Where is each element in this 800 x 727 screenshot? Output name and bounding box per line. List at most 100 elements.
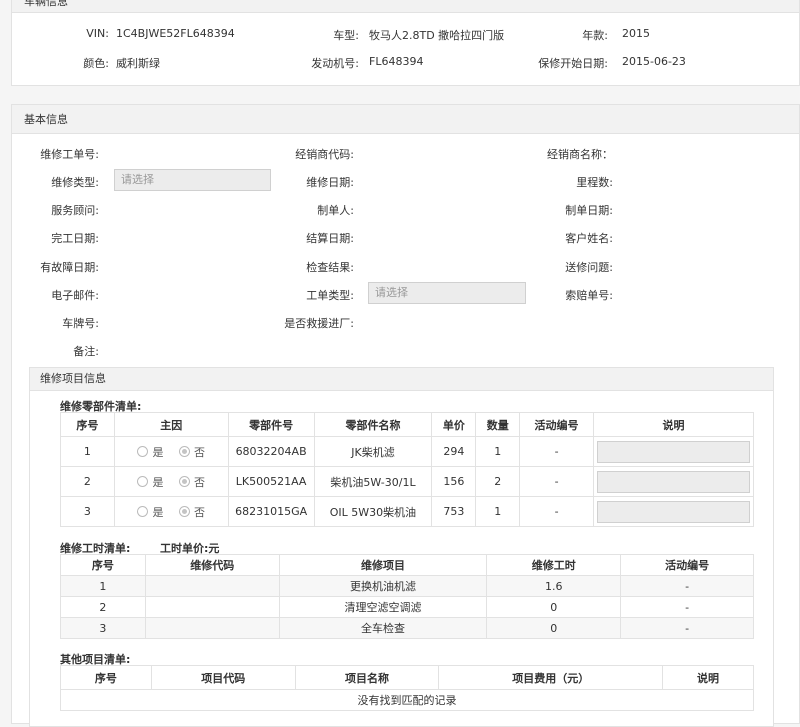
part-qty: 1 — [475, 436, 521, 467]
model-value: 牧马人2.8TD 撒哈拉四门版 — [369, 29, 505, 42]
labor-row-no: 3 — [60, 617, 146, 639]
claim-no-label: 索赔单号: — [565, 289, 613, 302]
part-note-cell — [592, 436, 755, 467]
labor-activity: - — [620, 575, 754, 597]
radio-no-icon[interactable] — [178, 475, 190, 487]
labor-hours: 1.6 — [486, 575, 622, 597]
main-cause-radio: 是 否 — [113, 436, 229, 467]
part-activity: - — [519, 436, 594, 467]
radio-yes-icon[interactable] — [137, 445, 149, 457]
engine-no-label: 发动机号: — [311, 57, 359, 70]
basic-info-header: 基本信息 — [12, 105, 799, 134]
table-row: 2 是 否 LK500521AA 柴机油5W-30/1L 156 2 - — [60, 466, 755, 497]
cause-yes-option[interactable]: 是 — [137, 444, 163, 460]
radio-no-icon[interactable] — [178, 445, 190, 457]
labor-code — [144, 596, 280, 618]
parts-col-part-no: 零部件号 — [227, 412, 315, 437]
mileage-label: 里程数: — [576, 176, 613, 189]
repair-date-label: 维修日期: — [306, 176, 354, 189]
order-type-label: 工单类型: — [306, 289, 354, 302]
labor-row-no: 1 — [60, 575, 146, 597]
part-price: 753 — [431, 496, 477, 527]
radio-yes-icon[interactable] — [137, 505, 149, 517]
part-note-input[interactable] — [596, 470, 750, 493]
part-note-input[interactable] — [596, 440, 750, 463]
other-col-note: 说明 — [662, 665, 754, 690]
dealer-code-label: 经销商代码: — [295, 148, 354, 161]
other-col-no: 序号 — [60, 665, 152, 690]
warranty-start-label: 保修开始日期: — [538, 57, 608, 70]
labor-row-no: 2 — [60, 596, 146, 618]
vin-label: VIN: — [86, 27, 109, 40]
radio-no-icon[interactable] — [178, 505, 190, 517]
table-row: 3 是 否 68231015GA OIL 5W30柴机油 753 1 - — [60, 496, 755, 527]
vehicle-info-title: 车辆信息 — [24, 0, 68, 8]
repair-issue-label: 送修问题: — [565, 261, 613, 274]
vehicle-info-header: 车辆信息 — [12, 0, 799, 13]
part-row-no: 2 — [60, 466, 115, 497]
other-header-row: 序号 项目代码 项目名称 项目费用（元） 说明 — [60, 665, 754, 690]
plate-no-label: 车牌号: — [62, 317, 99, 330]
check-result-label: 检查结果: — [306, 261, 354, 274]
repair-type-label: 维修类型: — [51, 176, 99, 189]
part-price: 156 — [431, 466, 477, 497]
remark-label: 备注: — [73, 345, 99, 358]
customer-name-label: 客户姓名: — [565, 232, 613, 245]
parts-col-qty: 数量 — [475, 412, 521, 437]
part-no: 68231015GA — [227, 496, 315, 527]
cause-no-option[interactable]: 否 — [178, 474, 205, 490]
part-qty: 1 — [475, 496, 521, 527]
part-activity: - — [519, 496, 594, 527]
finish-date-label: 完工日期: — [51, 232, 99, 245]
parts-table: 序号 主因 零部件号 零部件名称 单价 数量 活动编号 说明 1 是 否 680… — [60, 412, 755, 527]
repair-items-header: 维修项目信息 — [30, 368, 773, 391]
table-row: 1 更换机油机滤 1.6 - — [60, 575, 754, 597]
labor-activity: - — [620, 617, 754, 639]
labor-col-no: 序号 — [60, 554, 146, 576]
creator-label: 制单人: — [317, 204, 354, 217]
table-row: 3 全车检查 0 - — [60, 617, 754, 639]
repair-no-label: 维修工单号: — [40, 148, 99, 161]
table-row: 2 清理空滤空调滤 0 - — [60, 596, 754, 618]
color-label: 颜色: — [83, 57, 109, 70]
vin-value: 1C4BJWE52FL648394 — [116, 27, 235, 40]
labor-item: 清理空滤空调滤 — [278, 596, 488, 618]
labor-col-activity: 活动编号 — [620, 554, 754, 576]
other-col-name: 项目名称 — [294, 665, 440, 690]
main-cause-radio: 是 否 — [113, 496, 229, 527]
main-cause-radio: 是 否 — [113, 466, 229, 497]
part-note-cell — [592, 496, 755, 527]
part-note-cell — [592, 466, 755, 497]
create-date-label: 制单日期: — [565, 204, 613, 217]
labor-col-code: 维修代码 — [144, 554, 280, 576]
part-no: LK500521AA — [227, 466, 315, 497]
cause-no-option[interactable]: 否 — [178, 504, 205, 520]
year-value: 2015 — [622, 27, 650, 40]
part-note-input[interactable] — [596, 500, 750, 523]
labor-col-hours: 维修工时 — [486, 554, 622, 576]
basic-info-panel: 基本信息 维修工单号: 经销商代码: 经销商名称： 维修类型: 请选择 维修日期… — [11, 104, 800, 727]
other-col-fee: 项目费用（元） — [438, 665, 664, 690]
email-label: 电子邮件: — [51, 289, 99, 302]
empty-row: 没有找到匹配的记录 — [60, 689, 754, 711]
labor-table: 序号 维修代码 维修项目 维修工时 活动编号 1 更换机油机滤 1.6 - 2 … — [60, 554, 754, 639]
engine-no-value: FL648394 — [369, 55, 424, 68]
cause-yes-option[interactable]: 是 — [137, 474, 163, 490]
labor-hours: 0 — [486, 617, 622, 639]
cause-yes-option[interactable]: 是 — [137, 504, 163, 520]
part-no: 68032204AB — [227, 436, 315, 467]
labor-item: 更换机油机滤 — [278, 575, 488, 597]
part-name: OIL 5W30柴机油 — [313, 496, 433, 527]
other-items-table: 序号 项目代码 项目名称 项目费用（元） 说明 没有找到匹配的记录 — [60, 665, 754, 711]
color-value: 威利斯绿 — [116, 57, 160, 70]
parts-col-part-name: 零部件名称 — [313, 412, 433, 437]
radio-yes-icon[interactable] — [137, 475, 149, 487]
parts-col-note: 说明 — [592, 412, 755, 437]
repair-type-select[interactable]: 请选择 — [114, 169, 271, 191]
advisor-label: 服务顾问: — [51, 204, 99, 217]
part-qty: 2 — [475, 466, 521, 497]
order-type-select[interactable]: 请选择 — [368, 282, 526, 304]
cause-no-option[interactable]: 否 — [178, 444, 205, 460]
repair-items-title: 维修项目信息 — [40, 372, 106, 385]
labor-code — [144, 617, 280, 639]
